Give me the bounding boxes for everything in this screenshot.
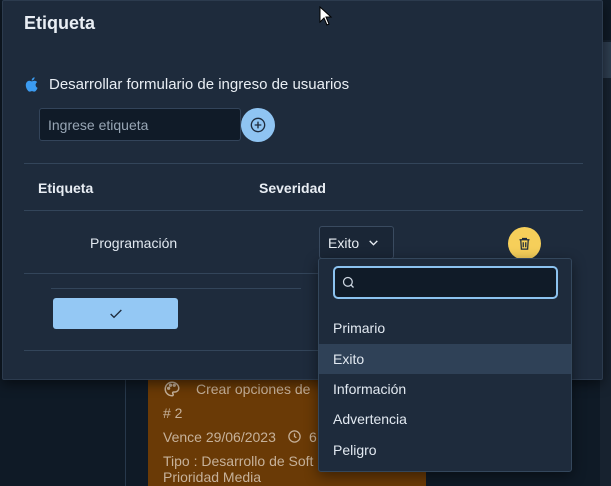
tag-name-cell: Programación bbox=[90, 235, 178, 251]
trash-icon bbox=[519, 237, 530, 250]
option-exito[interactable]: Exito bbox=[319, 344, 571, 374]
severity-value: Exito bbox=[328, 234, 360, 251]
clock-icon bbox=[288, 430, 301, 443]
delete-tag-button[interactable] bbox=[508, 227, 541, 260]
severity-select[interactable]: Exito bbox=[319, 226, 394, 259]
divider bbox=[24, 210, 583, 211]
divider bbox=[51, 288, 301, 289]
search-icon bbox=[342, 276, 354, 288]
palette-icon bbox=[164, 381, 180, 397]
background-divider bbox=[125, 378, 126, 486]
card-priority: Prioridad Media bbox=[163, 469, 262, 485]
tag-input[interactable] bbox=[39, 108, 241, 141]
card-number: # 2 bbox=[163, 405, 183, 421]
add-tag-button[interactable] bbox=[241, 108, 275, 142]
dropdown-filter-input[interactable] bbox=[362, 274, 556, 291]
option-informacion[interactable]: Información bbox=[319, 374, 571, 404]
divider bbox=[24, 273, 320, 274]
card-type: Tipo : Desarrollo de Soft bbox=[163, 453, 314, 469]
divider bbox=[24, 163, 583, 164]
divider bbox=[24, 350, 320, 351]
apple-icon bbox=[25, 77, 38, 92]
chevron-down-icon bbox=[369, 240, 378, 246]
check-icon bbox=[109, 309, 122, 318]
card-title: Crear opciones de bbox=[196, 381, 311, 397]
column-header-severidad: Severidad bbox=[259, 180, 326, 196]
task-row: Desarrollar formulario de ingreso de usu… bbox=[24, 75, 349, 94]
severity-dropdown: Primario Exito Información Advertencia P… bbox=[318, 258, 572, 472]
dropdown-filter[interactable] bbox=[333, 266, 558, 299]
card-due-date: Vence 29/06/2023 bbox=[163, 429, 276, 445]
dialog-title: Etiqueta bbox=[24, 13, 96, 33]
card-time: 6 bbox=[309, 429, 317, 445]
option-primario[interactable]: Primario bbox=[319, 313, 571, 343]
background-strip bbox=[603, 42, 611, 78]
confirm-button[interactable] bbox=[53, 298, 178, 329]
mouse-pointer-icon bbox=[319, 6, 333, 26]
column-header-etiqueta: Etiqueta bbox=[38, 180, 94, 196]
task-title: Desarrollar formulario de ingreso de usu… bbox=[49, 76, 350, 93]
option-advertencia[interactable]: Advertencia bbox=[319, 404, 571, 434]
plus-circle-icon bbox=[250, 117, 266, 133]
option-peligro[interactable]: Peligro bbox=[319, 435, 571, 465]
